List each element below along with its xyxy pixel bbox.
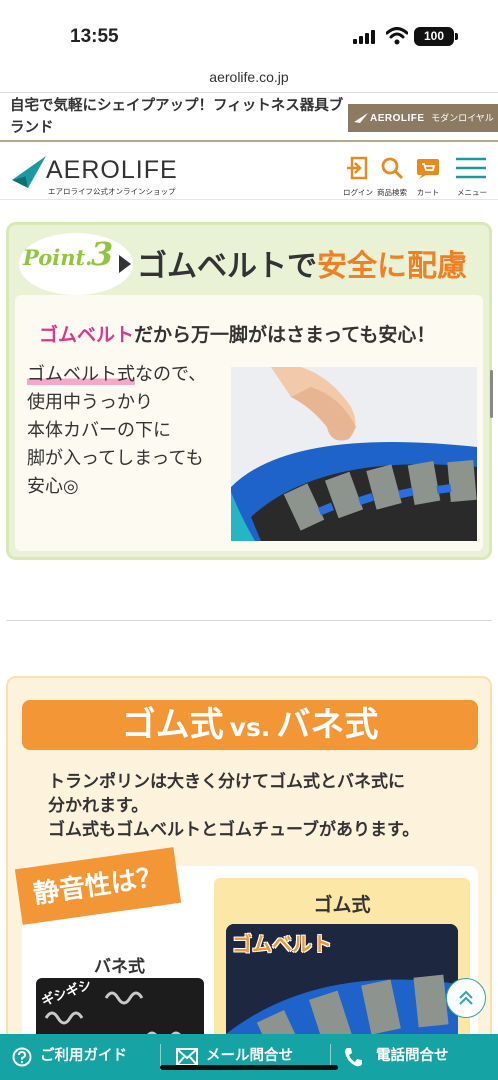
point3-body-line: 安心◎ <box>27 476 79 497</box>
spring-label: バネ式 <box>94 957 145 977</box>
menu-label: メニュー <box>457 188 487 197</box>
brand-name: AEROLIFE <box>370 113 425 124</box>
wifi-icon <box>386 27 408 45</box>
point3-title: ゴムベルトで安全に配慮 <box>137 241 467 285</box>
point3-lead: ゴムベルトだから万一脚がはさまっても安心！ <box>39 320 435 347</box>
rubber-caption: ゴムベルト <box>232 932 332 956</box>
comparison-section: ゴム式 vs. バネ式 トランポリンは大きく分けてゴム式とバネ式に 分かれます。 ゴ… <box>6 676 492 1080</box>
cart-label: カート <box>416 188 440 197</box>
comparison-intro: トランポリンは大きく分けてゴム式とバネ式に 分かれます。 ゴム式もゴムベルトとゴ… <box>48 770 468 842</box>
mail-icon <box>176 1048 198 1066</box>
point-arrow-icon <box>119 255 131 273</box>
rubber-label: ゴム式 <box>313 894 371 916</box>
cart-icon <box>417 159 439 179</box>
menu-icon <box>456 157 486 179</box>
status-time: 13:55 <box>70 26 119 47</box>
comparison-title-a: ゴム式 <box>121 705 224 745</box>
point3-body-underline: ゴムベルト式 <box>27 364 135 385</box>
point3-body-line: 本体カバーの下に <box>27 420 171 441</box>
phone-button[interactable]: 電話問合せ <box>344 1034 449 1080</box>
brand-logo-icon <box>354 113 368 123</box>
mail-label: メール問合せ <box>206 1048 293 1064</box>
point3-lead-highlight: ゴムベルト <box>39 324 135 346</box>
brand-badge[interactable]: AEROLIFE モダンロイヤル株式会社 <box>348 104 498 152</box>
menu-button[interactable]: メニュー <box>452 150 492 198</box>
status-bar: 13:55 100 <box>0 0 498 66</box>
logo-word: AEROLIFE <box>46 156 178 184</box>
signal-icon <box>353 30 377 44</box>
search-icon <box>381 157 404 180</box>
point3-title-a: ゴムベルトで <box>137 249 317 284</box>
comparison-intro-line: トランポリンは大きく分けてゴム式とバネ式に <box>48 772 405 792</box>
point-label: Point. <box>23 245 93 270</box>
point3-section: Point. 3 ゴムベルトで安全に配慮 ゴムベルトだから万一脚がはさまっても安… <box>6 222 492 560</box>
comparison-title: ゴム式 vs. バネ式 <box>22 700 478 750</box>
comparison-intro-line: ゴム式もゴムベルトとゴムチューブがあります。 <box>48 820 420 840</box>
guide-label: ご利用ガイド <box>40 1048 127 1064</box>
phone-label: 電話問合せ <box>376 1048 449 1064</box>
top-banner[interactable]: 自宅で気軽にシェイプアップ！フィットネス器具ブランド AEROLIFE モダンロ… <box>0 92 498 152</box>
point3-body-line: 脚が入ってしまっても <box>27 448 204 469</box>
guide-button[interactable]: ご利用ガイド <box>12 1034 127 1080</box>
point3-body: ゴムベルト式なので、 使用中うっかり 本体カバーの下に 脚が入ってしまっても 安… <box>27 361 237 501</box>
point3-title-b: 安全に配慮 <box>317 249 467 284</box>
site-header: AEROLIFE エアロライフ公式オンラインショップ ログイン 商品検索 カート <box>0 144 498 200</box>
battery-icon: 100 <box>414 27 458 46</box>
point3-lead-rest: だから万一脚がはさまっても安心！ <box>134 324 436 346</box>
chevron-up-icon <box>458 990 473 1005</box>
address-bar[interactable]: aerolife.co.jp <box>0 66 498 92</box>
home-indicator[interactable] <box>160 1065 338 1070</box>
comparison-title-vs: vs. <box>229 713 271 742</box>
site-logo[interactable]: AEROLIFE エアロライフ公式オンラインショップ <box>12 150 182 196</box>
point-number: 3 <box>91 235 114 273</box>
footer-bar: ご利用ガイド メール問合せ 電話問合せ <box>0 1034 498 1080</box>
mail-button[interactable]: メール問合せ <box>176 1034 293 1080</box>
scroll-top-button[interactable] <box>446 978 486 1018</box>
belt-photo <box>231 367 477 541</box>
logo-wing-icon <box>12 156 46 188</box>
comparison-intro-line: 分かれます。 <box>48 796 149 816</box>
help-icon <box>12 1047 32 1067</box>
point3-body-rest: なので、 <box>135 364 207 385</box>
cart-button[interactable]: カート <box>408 150 448 198</box>
login-icon <box>347 156 368 180</box>
logo-sub: エアロライフ公式オンラインショップ <box>48 187 176 196</box>
phone-icon <box>345 1048 362 1067</box>
point3-body-line: 使用中うっかり <box>27 392 153 413</box>
section-divider <box>6 620 492 621</box>
page-scrollbar[interactable] <box>490 370 493 418</box>
comparison-title-b: バネ式 <box>276 705 379 745</box>
banner-text: 自宅で気軽にシェイプアップ！フィットネス器具ブランド <box>10 98 344 136</box>
